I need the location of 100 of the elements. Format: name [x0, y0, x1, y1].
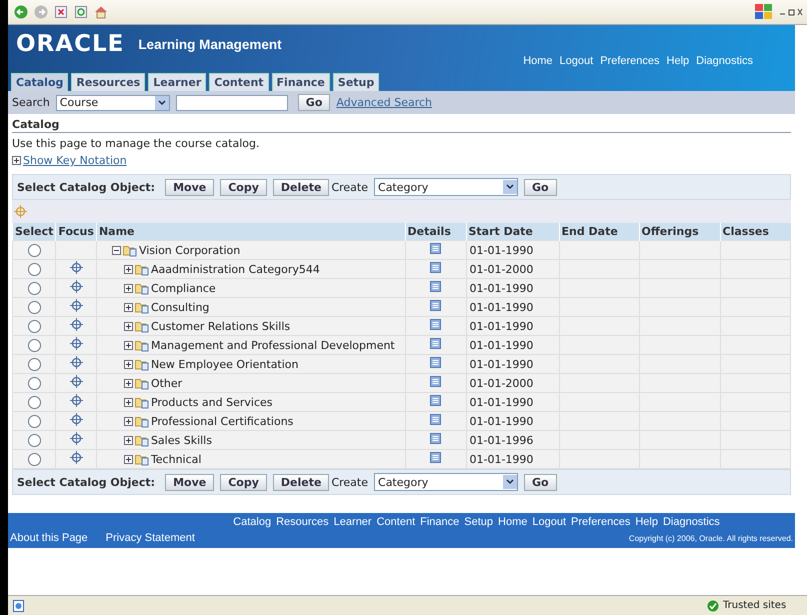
footer-link[interactable]: Content: [376, 516, 416, 528]
windows-logo-icon: [754, 3, 774, 21]
search-field[interactable]: [176, 94, 288, 110]
crosshair-icon[interactable]: [70, 413, 83, 426]
select-radio[interactable]: [28, 282, 41, 295]
expand-icon[interactable]: [124, 322, 133, 330]
go-button[interactable]: Go: [524, 474, 557, 490]
select-radio[interactable]: [28, 358, 41, 371]
action-button[interactable]: Delete: [272, 178, 330, 196]
crosshair-icon[interactable]: [70, 394, 83, 407]
back-icon[interactable]: [14, 5, 28, 19]
crosshair-icon[interactable]: [70, 261, 83, 274]
details-icon[interactable]: [430, 376, 441, 387]
refresh-icon[interactable]: [74, 5, 88, 19]
details-icon[interactable]: [430, 452, 441, 463]
home-icon[interactable]: [94, 5, 108, 19]
expand-icon[interactable]: [124, 378, 133, 388]
select-radio[interactable]: [28, 320, 41, 333]
select-radio[interactable]: [28, 396, 41, 409]
key-notation-link[interactable]: Show Key Notation: [23, 154, 127, 167]
footer-link[interactable]: Privacy Statement: [106, 532, 195, 544]
category-name[interactable]: Sales Skills: [150, 434, 212, 446]
details-icon[interactable]: [430, 338, 441, 349]
global-link[interactable]: Preferences: [600, 55, 660, 67]
action-button[interactable]: Copy: [220, 474, 267, 490]
global-link[interactable]: Home: [523, 55, 553, 67]
footer-link[interactable]: Logout: [532, 516, 566, 528]
footer-link[interactable]: About this Page: [10, 532, 88, 544]
expand-icon[interactable]: [124, 416, 133, 426]
expand-icon[interactable]: [124, 302, 133, 312]
category-name[interactable]: Other: [150, 376, 182, 390]
tab[interactable]: Resources: [71, 73, 146, 91]
crosshair-icon[interactable]: [70, 337, 83, 350]
footer-link[interactable]: Finance: [420, 516, 460, 528]
category-name[interactable]: Technical: [150, 452, 202, 466]
expand-icon[interactable]: [124, 360, 133, 368]
select-radio[interactable]: [28, 434, 41, 447]
crosshair-icon[interactable]: [70, 375, 83, 388]
crosshair-icon[interactable]: [70, 280, 83, 293]
go-button[interactable]: Go: [524, 178, 557, 196]
footer-link[interactable]: Preferences: [571, 516, 630, 528]
global-link[interactable]: Logout: [560, 55, 594, 67]
tab[interactable]: Setup: [332, 73, 380, 91]
search-scope-dropdown[interactable]: Course: [56, 94, 170, 110]
go-button[interactable]: Go: [298, 94, 330, 111]
expand-icon[interactable]: [124, 264, 133, 274]
footer-link[interactable]: Learner: [334, 516, 372, 528]
expand-icon[interactable]: [124, 398, 133, 406]
create-dropdown[interactable]: Category: [374, 178, 518, 196]
crosshair-icon[interactable]: [70, 356, 83, 369]
crosshair-icon[interactable]: [70, 451, 83, 464]
tab[interactable]: Learner: [148, 73, 206, 91]
footer-link[interactable]: Resources: [276, 516, 329, 528]
select-radio[interactable]: [28, 262, 41, 276]
crosshair-icon[interactable]: [70, 299, 83, 312]
category-name[interactable]: Consulting: [150, 300, 210, 314]
select-radio[interactable]: [28, 338, 41, 352]
details-icon[interactable]: [430, 300, 441, 311]
select-radio[interactable]: [28, 414, 41, 428]
footer-link[interactable]: Catalog: [233, 516, 272, 528]
select-radio[interactable]: [28, 244, 41, 257]
details-icon[interactable]: [430, 281, 441, 292]
stop-icon[interactable]: [54, 5, 68, 19]
category-name[interactable]: Compliance: [150, 282, 216, 294]
action-button[interactable]: Copy: [220, 178, 267, 196]
crosshair-icon[interactable]: [70, 432, 83, 445]
select-radio[interactable]: [28, 452, 41, 466]
details-icon[interactable]: [430, 414, 441, 425]
details-icon[interactable]: [430, 319, 441, 330]
copyright-text: Copyright (c) 2006, Oracle. All rights reserved.: [628, 534, 794, 542]
footer-link[interactable]: Home: [498, 516, 528, 528]
global-link[interactable]: Diagnostics: [696, 55, 753, 67]
tab[interactable]: Catalog: [11, 73, 68, 91]
window-controls-icon[interactable]: [779, 8, 803, 16]
tab[interactable]: Content: [209, 73, 269, 91]
footer-link[interactable]: Setup: [464, 516, 494, 528]
collapse-icon[interactable]: [112, 246, 121, 254]
expand-icon[interactable]: [12, 156, 21, 165]
details-icon[interactable]: [430, 262, 441, 273]
action-button[interactable]: Move: [165, 474, 214, 490]
footer-link[interactable]: Help: [635, 516, 658, 528]
advanced-search-link[interactable]: Advanced Search: [336, 96, 432, 109]
footer-link[interactable]: Diagnostics: [662, 516, 720, 528]
details-icon[interactable]: [430, 433, 441, 444]
action-button[interactable]: Move: [165, 178, 214, 196]
select-radio[interactable]: [28, 300, 41, 314]
tab[interactable]: Finance: [272, 73, 330, 91]
folder-icon: [134, 338, 149, 352]
expand-icon[interactable]: [124, 284, 133, 292]
expand-icon[interactable]: [124, 436, 133, 444]
expand-icon[interactable]: [124, 340, 133, 350]
select-radio[interactable]: [28, 376, 41, 390]
expand-icon[interactable]: [124, 454, 133, 464]
details-icon[interactable]: [430, 357, 441, 368]
details-icon[interactable]: [430, 243, 441, 254]
details-icon[interactable]: [430, 395, 441, 406]
action-button[interactable]: Delete: [272, 474, 330, 490]
global-link[interactable]: Help: [666, 55, 690, 67]
crosshair-icon[interactable]: [70, 318, 83, 331]
create-dropdown[interactable]: Category: [374, 473, 518, 491]
